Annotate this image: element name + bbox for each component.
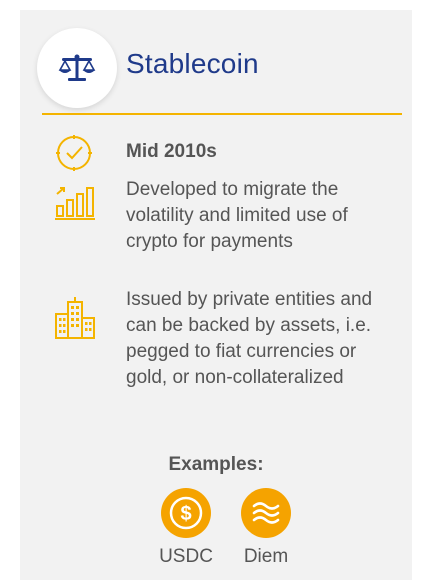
divider [42,113,402,115]
wave-coin-icon [252,502,280,524]
card-title: Stablecoin [126,48,259,79]
clock-check-icon [56,135,92,171]
stablecoin-card: Stablecoin Mid 2010s Developed to migrat… [20,10,412,580]
dollar-coin-icon: $ [169,496,203,530]
diem-coin [241,488,291,538]
balance-scale-icon [58,54,96,81]
row-purpose: Developed to migrate the volatility and … [126,179,348,252]
row-issuance: Issued by private entities and can be ba… [126,289,373,388]
buildings-icon [55,297,95,339]
usdc-coin: $ [161,488,211,538]
svg-text:$: $ [180,503,191,525]
growth-bar-chart-icon [55,187,95,220]
diem-label: Diem [243,546,289,567]
header-icon-badge [37,28,117,108]
usdc-label: USDC [159,546,213,567]
examples-label: Examples: [168,454,264,475]
row-date: Mid 2010s [126,141,217,162]
